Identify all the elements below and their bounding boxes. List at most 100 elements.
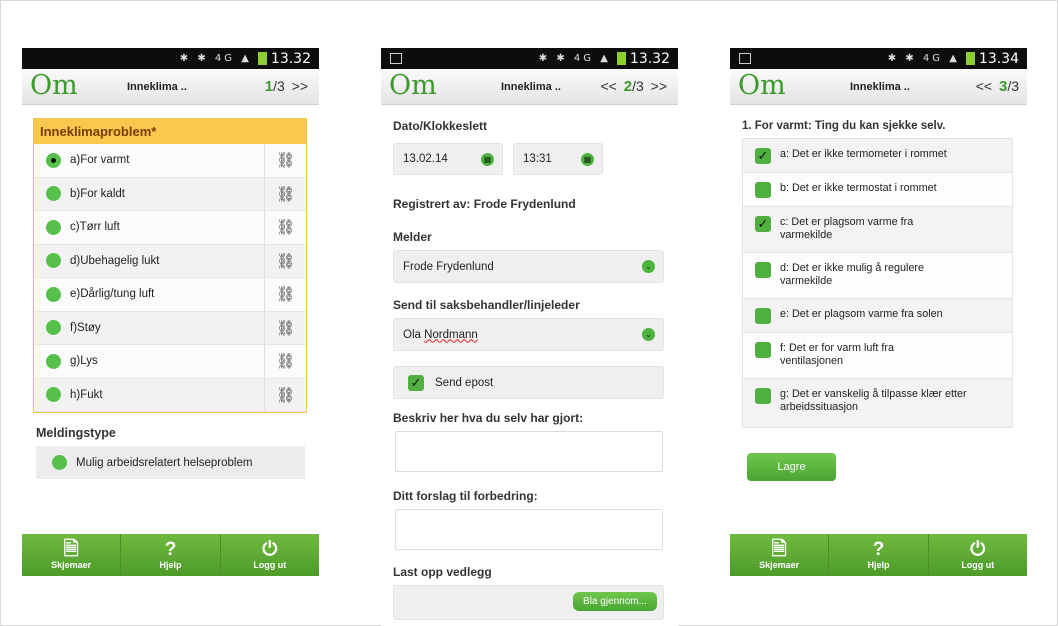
option-label: b)For kaldt — [70, 187, 125, 200]
option-label: d)Ubehagelig lukt — [70, 254, 160, 267]
link-icon[interactable]: ⛓ — [264, 378, 306, 411]
forms-label: Skjemaer — [51, 560, 92, 570]
link-icon[interactable]: ⛓ — [264, 211, 306, 244]
time-field[interactable]: 13:31 ▦ — [513, 143, 603, 175]
link-icon[interactable]: ⛓ — [264, 278, 306, 311]
pager: << 2/3 >> — [597, 78, 670, 95]
browse-button[interactable]: Bla gjennom... — [573, 592, 657, 611]
option-item[interactable]: g)Lys ⛓ — [34, 345, 306, 379]
option-item[interactable]: e)Dårlig/tung luft ⛓ — [34, 278, 306, 312]
chevron-down-icon[interactable]: ⌄ — [642, 260, 655, 273]
help-button[interactable]: ? Hjelp — [121, 534, 221, 576]
link-icon[interactable]: ⛓ — [264, 177, 306, 210]
checkbox-checked[interactable]: ✓ — [755, 148, 771, 164]
checkbox[interactable] — [755, 262, 771, 278]
option-item[interactable]: h)Fukt ⛓ — [34, 378, 306, 412]
option-label: g)Lys — [70, 355, 98, 368]
checklist-item[interactable]: b: Det er ikke termostat i rommet — [743, 173, 1012, 207]
radio[interactable] — [46, 253, 61, 269]
pager-total: /3 — [632, 78, 644, 94]
radio[interactable] — [46, 387, 61, 403]
radio[interactable] — [46, 219, 61, 235]
checklist-item[interactable]: e: Det er plagsom varme fra solen — [743, 299, 1012, 333]
app-logo: Om — [30, 70, 78, 101]
app-title: Inneklima .. — [501, 81, 561, 93]
radio[interactable] — [46, 286, 61, 302]
link-icon[interactable]: ⛓ — [264, 244, 306, 277]
date-value: 13.02.14 — [403, 153, 448, 165]
checklist-item[interactable]: g: Det er vanskelig å tilpasse klær ette… — [743, 379, 1012, 427]
prev-page-button[interactable]: << — [600, 78, 616, 94]
option-item[interactable]: c)Tørr luft ⛓ — [34, 211, 306, 245]
checklist-item[interactable]: d: Det er ikke mulig å regulere varmekil… — [743, 253, 1012, 299]
suggestion-textarea[interactable] — [395, 509, 663, 550]
option-label: f)Støy — [70, 321, 101, 334]
send-email-checkbox[interactable]: ✓ — [408, 374, 424, 391]
checklist-question: 1. For varmt: Ting du kan sjekke selv. — [742, 120, 946, 132]
next-page-button[interactable]: >> — [651, 78, 667, 94]
next-page-button[interactable]: >> — [292, 78, 308, 94]
option-label: a)For varmt — [70, 154, 130, 167]
describe-textarea[interactable] — [395, 431, 663, 472]
radio[interactable] — [46, 186, 61, 202]
radio[interactable] — [52, 455, 67, 470]
logout-label: Logg ut — [961, 560, 995, 570]
describe-label: Beskriv her hva du selv har gjort: — [393, 411, 584, 425]
title-bar: Om Inneklima .. << 3/3 — [730, 69, 1027, 105]
image-notification-icon — [739, 53, 751, 64]
checkbox-checked[interactable]: ✓ — [755, 216, 771, 232]
send-to-select[interactable]: Ola Nordmann ⌄ — [393, 318, 664, 351]
forms-button[interactable]: 🗎 Skjemaer — [22, 534, 122, 576]
logout-button[interactable]: ⏻ Logg ut — [221, 534, 319, 576]
link-icon[interactable]: ⛓ — [264, 144, 306, 177]
status-icons: ✱ ✱ 4G ▲ — [887, 53, 960, 64]
send-email-checkbox-row[interactable]: ✓ Send epost — [393, 366, 664, 399]
checklist-item[interactable]: ✓ a: Det er ikke termometer i rommet — [743, 139, 1012, 173]
forms-button[interactable]: 🗎 Skjemaer — [730, 534, 830, 576]
calendar-icon[interactable]: ▦ — [481, 152, 494, 166]
pager-current: 1 — [264, 78, 274, 95]
logout-button[interactable]: ⏻ Logg ut — [929, 534, 1027, 576]
title-bar: Om Inneklima .. 1/3 >> — [22, 69, 319, 105]
registered-by: Registrert av: Frode Frydenlund — [393, 197, 576, 211]
option-label: c)Tørr luft — [70, 221, 120, 234]
reporter-select[interactable]: Frode Frydenlund ⌄ — [393, 250, 664, 283]
option-item[interactable]: a)For varmt ⛓ — [34, 144, 306, 178]
date-field[interactable]: 13.02.14 ▦ — [393, 143, 503, 175]
checkbox[interactable] — [755, 182, 771, 198]
chevron-down-icon[interactable]: ⌄ — [642, 328, 655, 341]
phone-screen-1: ✱ ✱ 4G ▲ 13.32 Om Inneklima .. 1/3 >> In… — [22, 48, 319, 578]
prev-page-button[interactable]: << — [976, 78, 992, 94]
help-button[interactable]: ? Hjelp — [829, 534, 929, 576]
option-item[interactable]: d)Ubehagelig lukt ⛓ — [34, 244, 306, 278]
app-logo: Om — [738, 70, 786, 101]
status-bar: ✱ ✱ 4G ▲ 13.34 — [730, 48, 1027, 69]
message-type-value: Mulig arbeidsrelatert helseproblem — [76, 456, 253, 469]
checkbox[interactable] — [755, 388, 771, 404]
checkbox[interactable] — [755, 342, 771, 358]
checklist-item[interactable]: f: Det er for varm luft fra ventilasjone… — [743, 333, 1012, 379]
save-button[interactable]: Lagre — [747, 453, 836, 481]
title-bar: Om Inneklima .. << 2/3 >> — [381, 69, 678, 105]
document-icon: 🗎 — [63, 539, 79, 560]
radio[interactable] — [46, 353, 61, 369]
status-bar: ✱ ✱ 4G ▲ 13.32 — [381, 48, 678, 69]
battery-icon — [965, 52, 975, 65]
clock-icon[interactable]: ▦ — [581, 152, 594, 166]
link-icon[interactable]: ⛓ — [264, 311, 306, 344]
radio-selected[interactable] — [46, 152, 61, 168]
status-bar: ✱ ✱ 4G ▲ 13.32 — [22, 48, 319, 69]
checklist-item-label: b: Det er ikke termostat i rommet — [780, 182, 937, 194]
pager: 1/3 >> — [265, 78, 311, 95]
message-type-option[interactable]: Mulig arbeidsrelatert helseproblem — [36, 446, 305, 479]
power-icon: ⏻ — [262, 539, 278, 560]
option-item[interactable]: b)For kaldt ⛓ — [34, 177, 306, 211]
image-notification-icon — [390, 53, 402, 64]
option-item[interactable]: f)Støy ⛓ — [34, 311, 306, 345]
radio[interactable] — [46, 320, 61, 336]
checklist-item[interactable]: ✓ c: Det er plagsom varme fra varmekilde — [743, 207, 1012, 253]
link-icon[interactable]: ⛓ — [264, 345, 306, 378]
phone-screen-2: ✱ ✱ 4G ▲ 13.32 Om Inneklima .. << 2/3 >>… — [381, 48, 678, 626]
battery-icon — [257, 52, 267, 65]
checkbox[interactable] — [755, 308, 771, 324]
